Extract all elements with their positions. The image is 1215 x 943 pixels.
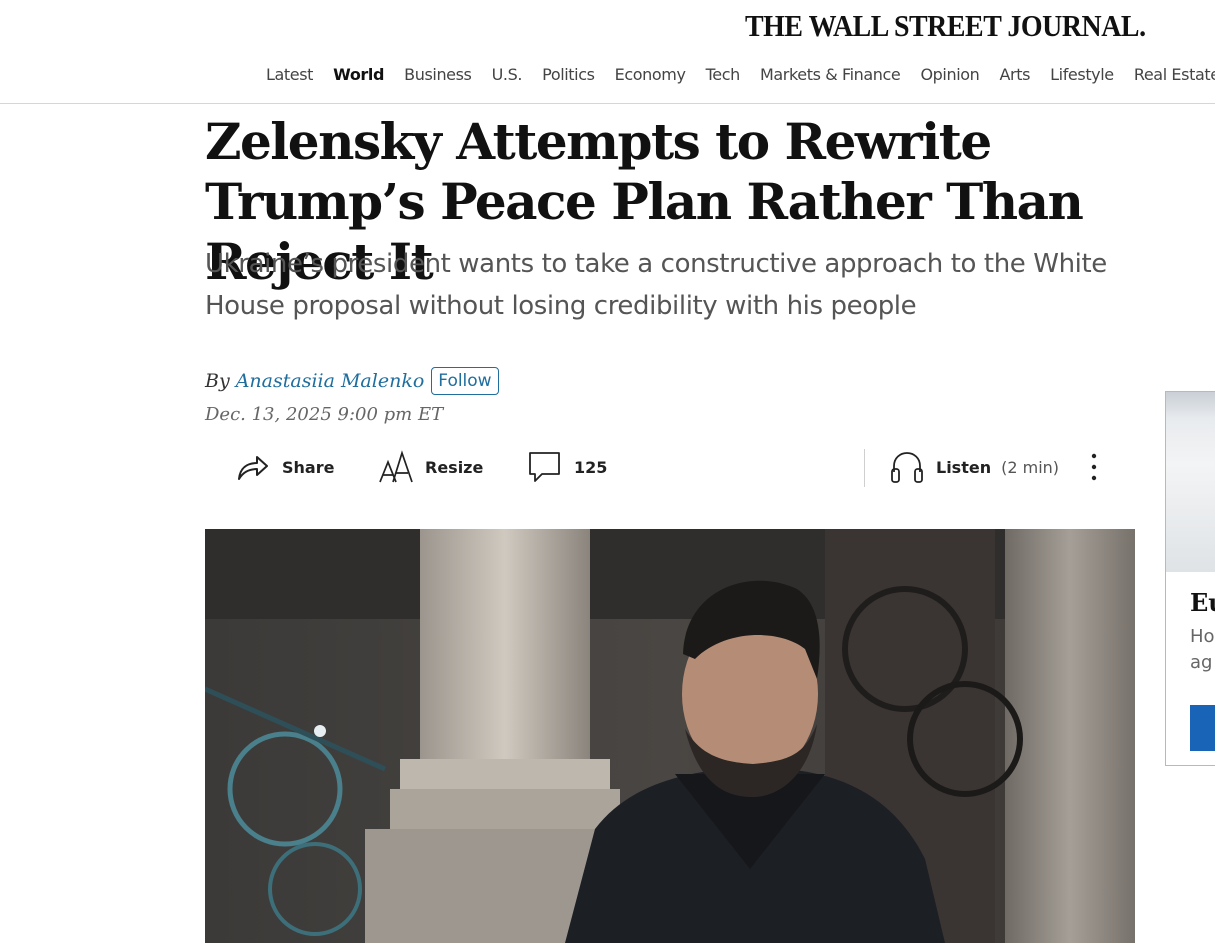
nav-item-markets-finance[interactable]: Markets & Finance: [760, 64, 901, 86]
nav-item-lifestyle[interactable]: Lifestyle: [1050, 64, 1114, 86]
comments-count: 125: [574, 457, 608, 477]
nav-item-politics[interactable]: Politics: [542, 64, 595, 86]
nav-item-real-estate[interactable]: Real Estate: [1134, 64, 1215, 86]
ad-text: Ho ag: [1190, 624, 1215, 676]
headphones-icon: [890, 450, 924, 484]
more-options-button[interactable]: [1089, 446, 1099, 488]
listen-duration: (2 min): [1001, 457, 1060, 477]
ad-title: Eu: [1190, 588, 1215, 617]
byline: By Anastasiia Malenko Follow: [205, 366, 499, 396]
nav-divider: [0, 103, 1215, 104]
ad-text-line-1: Ho: [1190, 626, 1215, 647]
comments-button[interactable]: 125: [528, 446, 607, 488]
comment-icon: [528, 450, 562, 484]
nav-item-tech[interactable]: Tech: [706, 64, 741, 86]
nav-item-world[interactable]: World: [333, 64, 384, 86]
section-nav: Latest World Business U.S. Politics Econ…: [266, 64, 1215, 86]
toolbar-divider: [864, 449, 865, 487]
share-button[interactable]: Share: [236, 446, 334, 488]
resize-button[interactable]: Resize: [379, 446, 483, 488]
more-options-icon: [1089, 450, 1099, 484]
nav-item-arts[interactable]: Arts: [1000, 64, 1031, 86]
wsj-masthead-logo[interactable]: THE WALL STREET JOURNAL.: [745, 8, 1146, 44]
ad-text-line-2: ag: [1190, 652, 1213, 673]
ad-image: [1166, 392, 1215, 572]
share-icon: [236, 452, 270, 482]
share-label: Share: [282, 457, 335, 477]
sidebar-advertisement[interactable]: Eu Ho ag: [1165, 391, 1215, 766]
article-hero-photo: [205, 529, 1135, 943]
resize-label: Resize: [425, 457, 484, 477]
listen-button[interactable]: Listen (2 min): [890, 446, 1059, 488]
ad-cta-button[interactable]: [1190, 705, 1215, 751]
nav-item-economy[interactable]: Economy: [615, 64, 686, 86]
listen-label: Listen: [936, 457, 992, 477]
nav-item-us[interactable]: U.S.: [492, 64, 523, 86]
nav-item-opinion[interactable]: Opinion: [920, 64, 979, 86]
author-link[interactable]: Anastasiia Malenko: [236, 370, 425, 392]
nav-item-business[interactable]: Business: [404, 64, 472, 86]
nav-item-latest[interactable]: Latest: [266, 64, 313, 86]
publish-timestamp: Dec. 13, 2025 9:00 pm ET: [205, 404, 444, 425]
article-toolbar: Share Resize 125 Listen (2 min): [233, 446, 1113, 488]
byline-prefix: By: [205, 370, 230, 392]
resize-icon: [379, 450, 413, 484]
follow-author-button[interactable]: Follow: [431, 367, 499, 395]
article-dek: Ukraine’s president wants to take a cons…: [205, 249, 1107, 321]
